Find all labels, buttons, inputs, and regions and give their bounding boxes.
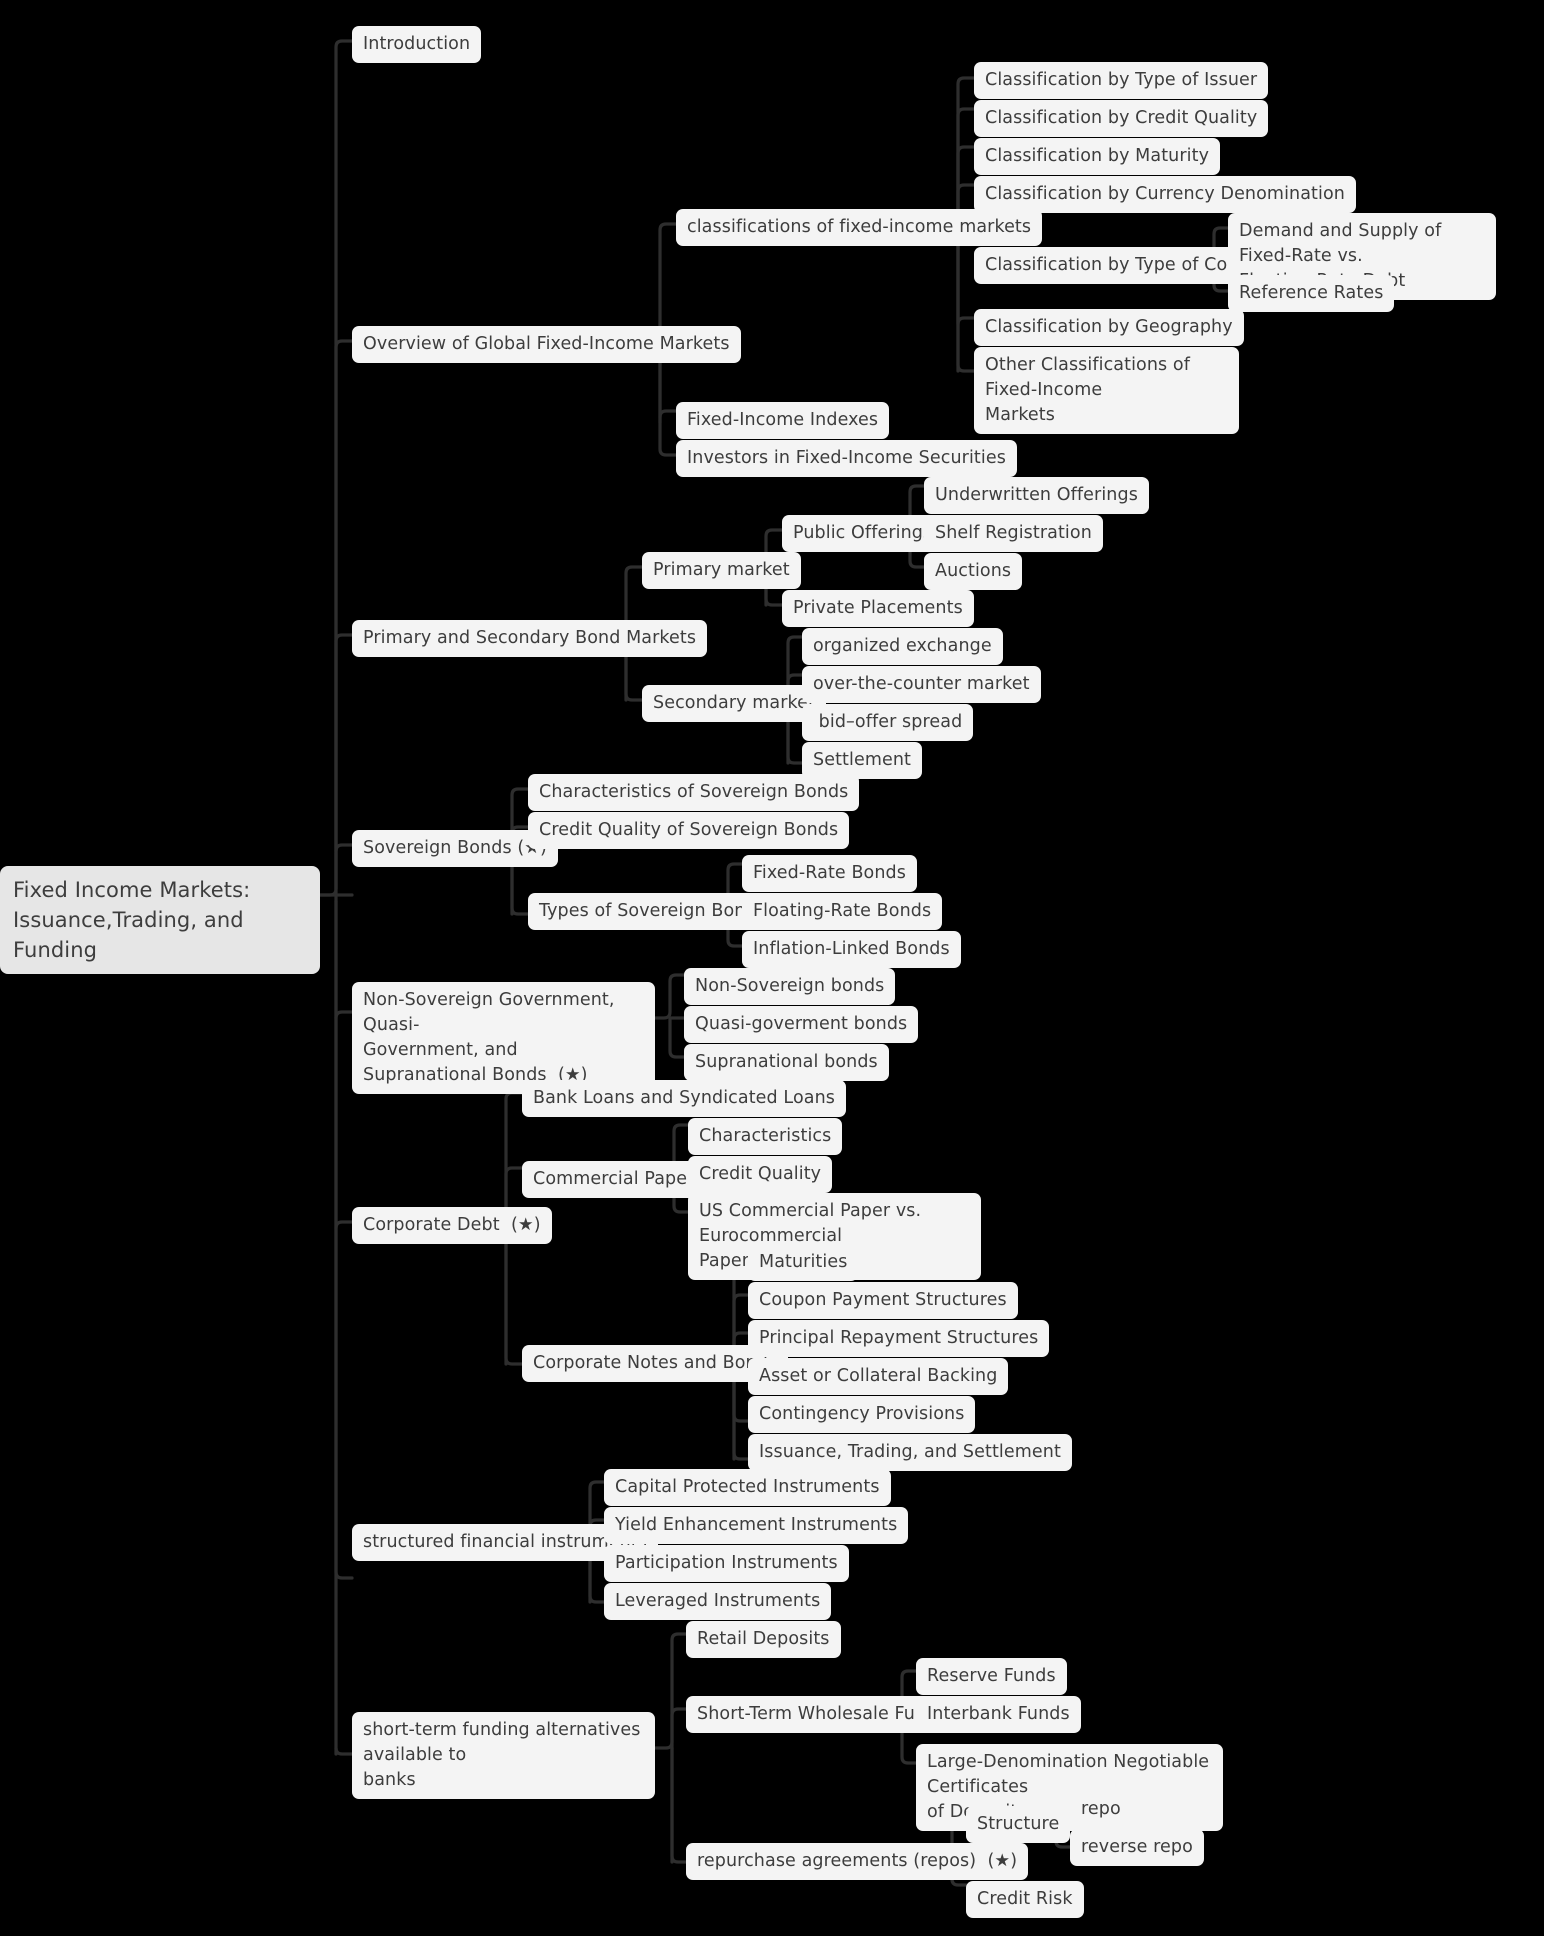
node-reference-rates[interactable]: Reference Rates (1228, 275, 1395, 312)
node-classification-by-currency-denomination[interactable]: Classification by Currency Denomination (974, 176, 1356, 213)
node-inflation-linked-bonds[interactable]: Inflation-Linked Bonds (742, 931, 961, 968)
node-primary-market[interactable]: Primary market (642, 552, 801, 589)
node-corporate-debt[interactable]: Corporate Debt (★) (352, 1207, 552, 1244)
node-maturities[interactable]: Maturities (748, 1244, 859, 1281)
node-classification-by-geography[interactable]: Classification by Geography (974, 309, 1244, 346)
node-non-sovereign-bonds[interactable]: Non-Sovereign bonds (684, 968, 896, 1005)
node-participation-instruments[interactable]: Participation Instruments (604, 1545, 849, 1582)
node-fixed-rate-bonds[interactable]: Fixed-Rate Bonds (742, 855, 917, 892)
node-bid-offer-spread[interactable]: bid–offer spread (802, 704, 974, 741)
node-classification-by-type-of-issuer[interactable]: Classification by Type of Issuer (974, 62, 1269, 99)
node-repo-structure[interactable]: Structure (966, 1806, 1071, 1843)
node-investors-in-fixed-income-securities[interactable]: Investors in Fixed-Income Securities (676, 440, 1017, 477)
node-coupon-payment-structures[interactable]: Coupon Payment Structures (748, 1282, 1018, 1319)
node-quasi-government-bonds[interactable]: Quasi-goverment bonds (684, 1006, 919, 1043)
node-introduction[interactable]: Introduction (352, 26, 482, 63)
node-classification-by-credit-quality[interactable]: Classification by Credit Quality (974, 100, 1269, 137)
node-organized-exchange[interactable]: organized exchange (802, 628, 1003, 665)
node-public-offerings[interactable]: Public Offerings (782, 515, 944, 552)
node-contingency-provisions[interactable]: Contingency Provisions (748, 1396, 976, 1433)
node-shelf-registration[interactable]: Shelf Registration (924, 515, 1103, 552)
node-reserve-funds[interactable]: Reserve Funds (916, 1658, 1067, 1695)
node-floating-rate-bonds[interactable]: Floating-Rate Bonds (742, 893, 943, 930)
node-bank-loans-and-syndicated-loans[interactable]: Bank Loans and Syndicated Loans (522, 1080, 847, 1117)
node-secondary-market[interactable]: Secondary market (642, 685, 826, 722)
node-private-placements[interactable]: Private Placements (782, 590, 974, 627)
node-non-sovereign-quasi-government-supranational-bonds[interactable]: Non-Sovereign Government, Quasi- Governm… (352, 982, 655, 1094)
node-repo[interactable]: repo (1070, 1791, 1132, 1828)
node-credit-quality-of-sovereign-bonds[interactable]: Credit Quality of Sovereign Bonds (528, 812, 850, 849)
node-types-of-sovereign-bonds[interactable]: Types of Sovereign Bonds (528, 893, 777, 930)
node-asset-or-collateral-backing[interactable]: Asset or Collateral Backing (748, 1358, 1009, 1395)
node-repurchase-agreements-repos[interactable]: repurchase agreements (repos) (★) (686, 1843, 1029, 1880)
node-classification-by-maturity[interactable]: Classification by Maturity (974, 138, 1221, 175)
node-repo-credit-risk[interactable]: Credit Risk (966, 1881, 1084, 1918)
node-other-classifications-of-fixed-income-markets[interactable]: Other Classifications of Fixed-Income Ma… (974, 347, 1239, 434)
node-retail-deposits[interactable]: Retail Deposits (686, 1621, 841, 1658)
node-fixed-income-indexes[interactable]: Fixed-Income Indexes (676, 402, 890, 439)
root-node[interactable]: Fixed Income Markets: Issuance,Trading, … (0, 866, 320, 974)
node-characteristics-of-sovereign-bonds[interactable]: Characteristics of Sovereign Bonds (528, 774, 860, 811)
node-commercial-paper-characteristics[interactable]: Characteristics (688, 1118, 843, 1155)
node-primary-and-secondary-bond-markets[interactable]: Primary and Secondary Bond Markets (352, 620, 708, 657)
node-over-the-counter-market[interactable]: over-the-counter market (802, 666, 1041, 703)
node-yield-enhancement-instruments[interactable]: Yield Enhancement Instruments (604, 1507, 909, 1544)
node-commercial-paper[interactable]: Commercial Paper (522, 1161, 706, 1198)
node-underwritten-offerings[interactable]: Underwritten Offerings (924, 477, 1149, 514)
node-capital-protected-instruments[interactable]: Capital Protected Instruments (604, 1469, 891, 1506)
node-issuance-trading-and-settlement[interactable]: Issuance, Trading, and Settlement (748, 1434, 1072, 1471)
node-leveraged-instruments[interactable]: Leveraged Instruments (604, 1583, 832, 1620)
node-overview-of-global-fixed-income-markets[interactable]: Overview of Global Fixed-Income Markets (352, 326, 741, 363)
node-principal-repayment-structures[interactable]: Principal Repayment Structures (748, 1320, 1050, 1357)
node-supranational-bonds[interactable]: Supranational bonds (684, 1044, 889, 1081)
node-commercial-paper-credit-quality[interactable]: Credit Quality (688, 1156, 833, 1193)
node-classifications-of-fixed-income-markets[interactable]: classifications of fixed-income markets (676, 209, 1043, 246)
node-auctions[interactable]: Auctions (924, 553, 1023, 590)
mindmap-canvas: Fixed Income Markets: Issuance,Trading, … (0, 0, 1544, 1936)
node-reverse-repo[interactable]: reverse repo (1070, 1829, 1204, 1866)
node-short-term-funding-alternatives[interactable]: short-term funding alternatives availabl… (352, 1712, 655, 1799)
node-interbank-funds[interactable]: Interbank Funds (916, 1696, 1081, 1733)
